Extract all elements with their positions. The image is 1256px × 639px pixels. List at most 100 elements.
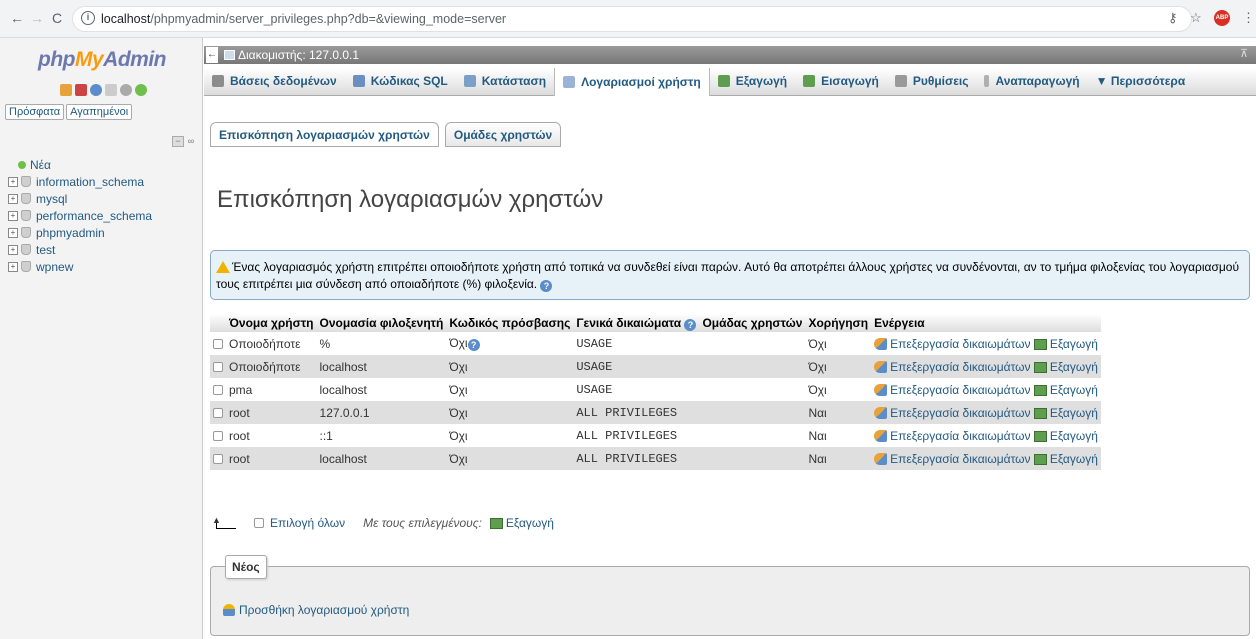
sql-icon (352, 75, 365, 87)
header-global-privileges[interactable]: Γενικά δικαιώματα ? (573, 314, 700, 332)
menu-dots-icon[interactable]: ⋮ (1242, 10, 1255, 26)
expand-icon[interactable]: + (8, 210, 18, 221)
database-icon (21, 261, 31, 272)
export-link[interactable]: Εξαγωγή (1033, 429, 1098, 443)
row-checkbox[interactable] (213, 338, 223, 349)
tree-item-database[interactable]: + wpnew (8, 258, 152, 275)
expand-icon[interactable]: + (8, 193, 18, 204)
edit-privileges-link[interactable]: Επεξεργασία δικαιωμάτων (874, 452, 1031, 466)
tab-replication[interactable]: Αναπαραγωγή (976, 68, 1087, 94)
database-tree: Νέα + information_schema + mysql + performa… (8, 156, 152, 275)
row-checkbox[interactable] (213, 430, 223, 441)
bulk-export-button[interactable]: Εξαγωγή (489, 516, 554, 530)
check-all-label[interactable]: Επιλογή όλων (270, 516, 345, 530)
row-checkbox[interactable] (213, 361, 223, 372)
help-icon[interactable]: ? (684, 318, 697, 331)
edit-privileges-link[interactable]: Επεξεργασία δικαιωμάτων (874, 383, 1031, 397)
cell-host: localhost (316, 378, 447, 401)
address-bar[interactable]: i localhost/phpmyadmin/server_privileges… (72, 6, 1192, 32)
settings-icon[interactable] (120, 84, 132, 96)
key-icon[interactable]: ⚷ (1168, 10, 1178, 26)
server-label[interactable]: Διακομιστής: 127.0.0.1 (238, 48, 359, 62)
adblock-icon[interactable]: ABP (1214, 10, 1230, 26)
export-link[interactable]: Εξαγωγή (1033, 406, 1098, 420)
cell-privileges: USAGE (573, 332, 700, 355)
logout-icon[interactable] (75, 84, 87, 96)
cell-privileges: USAGE (573, 355, 700, 378)
tab-import[interactable]: Εισαγωγή (795, 68, 887, 94)
tab-favorites[interactable]: Αγαπημένοι (66, 104, 133, 120)
header-password[interactable]: Κωδικός πρόσβασης (446, 314, 574, 332)
cell-actions: Επεξεργασία δικαιωμάτων Εξαγωγή (871, 447, 1101, 470)
tab-databases[interactable]: Βάσεις δεδομένων (204, 68, 345, 94)
tree-item-database[interactable]: + information_schema (8, 173, 152, 190)
tab-user-accounts[interactable]: Λογαριασμοί χρήστη (554, 68, 710, 96)
collapse-all-icon[interactable]: − (172, 136, 184, 147)
tab-settings[interactable]: Ρυθμίσεις (887, 68, 977, 94)
table-row[interactable]: root localhost Όχι ALL PRIVILEGES Ναι Επ… (210, 447, 1101, 470)
header-hostname[interactable]: Ονομασία φιλοξενητή (316, 314, 447, 332)
tab-more[interactable]: ▼ Περισσότερα (1088, 68, 1194, 94)
cell-grant: Ναι (805, 447, 872, 470)
subtab-user-groups[interactable]: Ομάδες χρηστών (444, 122, 562, 147)
star-icon[interactable]: ☆ (1190, 10, 1202, 26)
collapse-nav-icon[interactable]: ← (206, 47, 218, 63)
table-row[interactable]: root 127.0.0.1 Όχι ALL PRIVILEGES Ναι Επ… (210, 401, 1101, 424)
export-link[interactable]: Εξαγωγή (1033, 452, 1098, 466)
back-arrow-icon[interactable]: ← (8, 9, 26, 27)
export-link[interactable]: Εξαγωγή (1033, 360, 1098, 374)
header-username[interactable]: Όνομα χρήστη (226, 314, 317, 332)
edit-privileges-link[interactable]: Επεξεργασία δικαιωμάτων (874, 406, 1031, 420)
cell-grant: Όχι (805, 378, 872, 401)
table-row[interactable]: Οποιοδήποτε localhost Όχι USAGE Όχι Επεξ… (210, 355, 1101, 378)
row-checkbox[interactable] (213, 384, 223, 395)
table-row[interactable]: root ::1 Όχι ALL PRIVILEGES Ναι Επεξεργα… (210, 424, 1101, 447)
expand-icon[interactable]: + (8, 261, 18, 272)
check-all-checkbox[interactable] (254, 518, 264, 528)
expand-icon[interactable]: + (8, 244, 18, 255)
help-icon[interactable]: ? (467, 339, 480, 351)
expand-icon[interactable]: + (8, 176, 18, 187)
docs-icon[interactable] (105, 84, 117, 96)
tab-status[interactable]: Κατάσταση (456, 68, 554, 94)
help-icon[interactable] (90, 84, 102, 96)
subtab-overview[interactable]: Επισκόπηση λογαριασμών χρηστών (210, 122, 439, 147)
home-icon[interactable] (60, 84, 72, 96)
expand-icon[interactable]: + (8, 227, 18, 238)
tree-item-database[interactable]: + performance_schema (8, 207, 152, 224)
tab-sql[interactable]: Κώδικας SQL (345, 68, 456, 94)
edit-privileges-link[interactable]: Επεξεργασία δικαιωμάτων (874, 337, 1031, 351)
phpmyadmin-logo[interactable]: phpMyAdmin (38, 48, 166, 72)
tab-export[interactable]: Εξαγωγή (710, 68, 795, 94)
export-link[interactable]: Εξαγωγή (1033, 383, 1098, 397)
reload-nav-icon[interactable] (135, 84, 147, 96)
database-icon (21, 210, 31, 221)
row-checkbox[interactable] (213, 453, 223, 464)
add-user-link[interactable]: Προσθήκη λογαριασμού χρήστη (223, 603, 409, 617)
url-text[interactable]: localhost/phpmyadmin/server_privileges.p… (101, 12, 506, 26)
info-icon[interactable]: i (81, 11, 95, 25)
sidebar-quick-icons (60, 84, 150, 98)
tree-item-database[interactable]: + test (8, 241, 152, 258)
tree-item-database[interactable]: + phpmyadmin (8, 224, 152, 241)
edit-privileges-link[interactable]: Επεξεργασία δικαιωμάτων (874, 429, 1031, 443)
reload-icon[interactable]: C (48, 9, 66, 27)
table-row[interactable]: pma localhost Όχι USAGE Όχι Επεξεργασία … (210, 378, 1101, 401)
tree-item-new[interactable]: Νέα (8, 156, 152, 173)
table-row[interactable]: Οποιοδήποτε % Όχι? USAGE Όχι Επεξεργασία… (210, 332, 1101, 355)
row-checkbox[interactable] (213, 407, 223, 418)
tab-recent[interactable]: Πρόσφατα (5, 104, 65, 120)
scroll-top-icon[interactable]: ⊼ (1240, 47, 1248, 60)
header-grant[interactable]: Χορήγηση (805, 314, 872, 332)
forward-arrow-icon[interactable]: → (28, 9, 46, 27)
server-icon (224, 50, 235, 60)
cell-grant: Όχι (805, 332, 872, 355)
help-icon[interactable]: ? (540, 280, 553, 292)
export-link[interactable]: Εξαγωγή (1033, 337, 1098, 351)
header-user-group[interactable]: Ομάδας χρηστών (699, 314, 806, 332)
edit-privileges-link[interactable]: Επεξεργασία δικαιωμάτων (874, 360, 1031, 374)
cell-privileges: ALL PRIVILEGES (573, 401, 700, 424)
link-icon[interactable]: ∞ (185, 137, 197, 148)
cell-host: localhost (316, 355, 447, 378)
tree-item-database[interactable]: + mysql (8, 190, 152, 207)
